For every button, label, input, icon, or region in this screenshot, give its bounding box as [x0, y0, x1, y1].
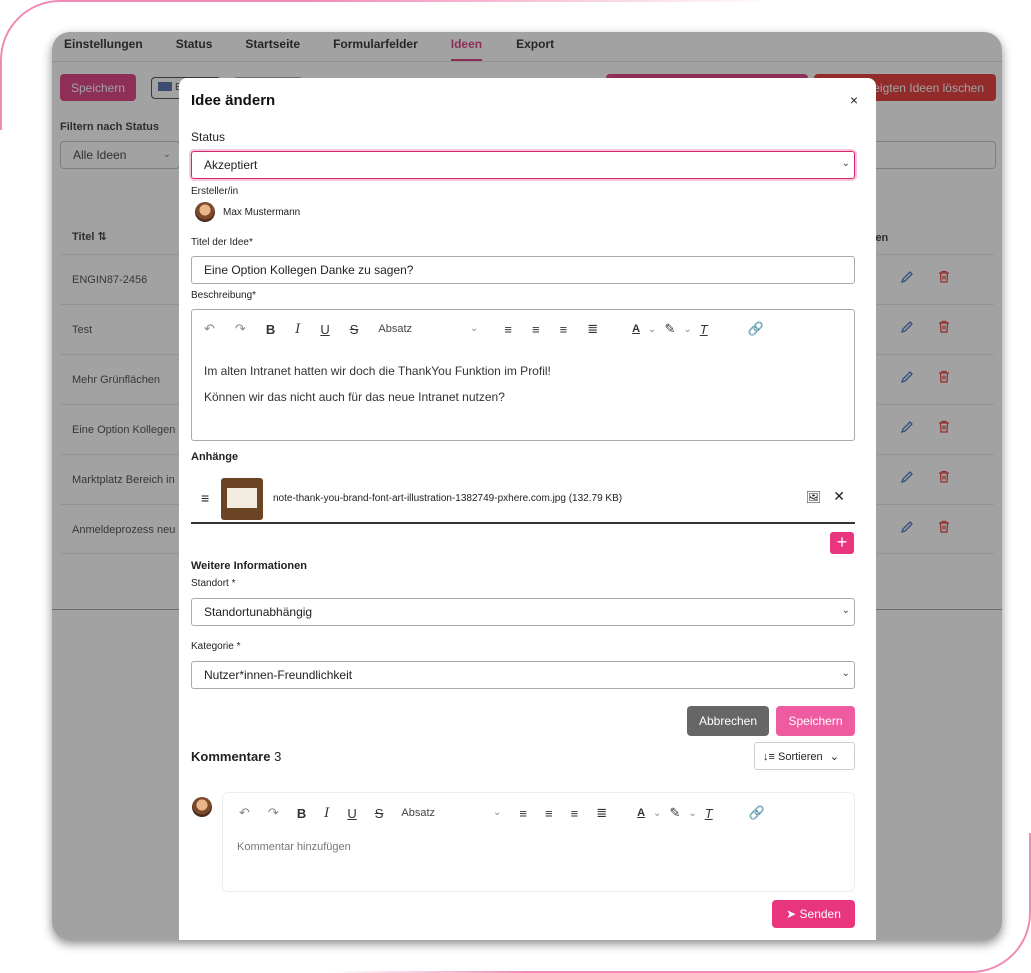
category-select[interactable]: Nutzer*innen-Freundlichkeit ⌄ [191, 661, 855, 689]
chevron-down-icon: ⌄ [841, 668, 850, 679]
idea-title-value: Eine Option Kollegen Danke zu sagen? [204, 263, 414, 277]
underline-icon[interactable]: U [320, 322, 329, 337]
align-justify-icon[interactable]: ≣ [587, 321, 598, 337]
chevron-down-icon: ⌄ [841, 605, 850, 616]
description-line: Im alten Intranet hatten wir doch die Th… [204, 364, 551, 378]
save-button[interactable]: Speichern [776, 706, 855, 736]
image-icon[interactable]: 🖼 [806, 490, 821, 504]
description-content[interactable]: Im alten Intranet hatten wir doch die Th… [192, 348, 854, 420]
clear-format-icon[interactable]: T [705, 806, 713, 821]
send-icon: ➤ [786, 907, 797, 921]
text-color-icon[interactable]: A [632, 323, 640, 335]
edit-idea-dialog: Idee ändern × Status Akzeptiert ⌄ Erstel… [179, 78, 876, 940]
cancel-button[interactable]: Abbrechen [687, 706, 769, 736]
sort-label: Sortieren [777, 751, 823, 763]
send-label: Senden [799, 907, 841, 921]
chevron-down-icon: ⌄ [829, 751, 839, 763]
undo-icon[interactable]: ↶ [204, 321, 215, 337]
paragraph-style-value: Absatz [378, 323, 413, 335]
sort-icon: ↓≡ [763, 751, 775, 763]
chevron-down-icon[interactable]: ⌄ [648, 324, 656, 335]
chevron-down-icon[interactable]: ⌄ [653, 808, 661, 819]
author: Max Mustermann [195, 202, 300, 222]
align-right-icon[interactable]: ≡ [571, 806, 579, 821]
idea-title-label: Titel der Idee* [191, 237, 253, 248]
chevron-down-icon[interactable]: ⌄ [683, 324, 691, 335]
comment-input[interactable]: Kommentar hinzufügen [223, 833, 854, 861]
location-value: Standortunabhängig [204, 605, 313, 619]
description-label: Beschreibung* [191, 290, 257, 301]
chevron-down-icon[interactable]: ⌄ [688, 808, 696, 819]
category-label: Kategorie * [191, 641, 241, 652]
editor-toolbar: ↶ ↷ B I U S Absatz ⌄ ≡ ≡ ≡ ≣ A ⌄ ✎ ⌄ T 🔗 [192, 310, 854, 348]
redo-icon[interactable]: ↷ [235, 321, 246, 337]
chevron-down-icon: ⌄ [841, 158, 850, 169]
bold-icon[interactable]: B [297, 806, 306, 821]
more-info-label: Weitere Informationen [191, 560, 307, 572]
status-select[interactable]: Akzeptiert ⌄ [191, 151, 855, 179]
align-left-icon[interactable]: ≡ [504, 322, 512, 337]
comments-count: 3 [274, 749, 282, 764]
attachment-thumbnail [221, 478, 263, 520]
link-icon[interactable]: 🔗 [748, 321, 764, 337]
location-label: Standort * [191, 578, 236, 589]
status-value: Akzeptiert [204, 158, 258, 172]
text-color-icon[interactable]: A [637, 807, 645, 819]
strikethrough-icon[interactable]: S [350, 322, 359, 337]
align-justify-icon[interactable]: ≣ [596, 805, 607, 821]
add-attachment-button[interactable]: + [830, 532, 854, 554]
dialog-title: Idee ändern [191, 92, 276, 109]
highlight-icon[interactable]: ✎ [669, 805, 680, 821]
link-icon[interactable]: 🔗 [749, 805, 765, 821]
underline-icon[interactable]: U [347, 806, 356, 821]
attachment-item: ≡ note-thank-you-brand-font-art-illustra… [191, 476, 855, 524]
align-left-icon[interactable]: ≡ [519, 806, 527, 821]
highlight-icon[interactable]: ✎ [664, 321, 675, 337]
send-button[interactable]: ➤ Senden [772, 900, 855, 928]
sort-button[interactable]: ↓≡ Sortieren ⌄ [754, 742, 855, 770]
description-line: Können wir das nicht auch für das neue I… [204, 390, 505, 404]
status-label: Status [191, 130, 226, 144]
chevron-down-icon: ⌄ [493, 807, 502, 818]
undo-icon[interactable]: ↶ [239, 805, 250, 821]
paragraph-style-select[interactable]: Absatz ⌄ [378, 323, 478, 335]
align-right-icon[interactable]: ≡ [560, 322, 568, 337]
bold-icon[interactable]: B [266, 322, 275, 337]
description-editor: ↶ ↷ B I U S Absatz ⌄ ≡ ≡ ≡ ≣ A ⌄ ✎ ⌄ T 🔗 … [191, 309, 855, 441]
strikethrough-icon[interactable]: S [375, 806, 384, 821]
attachment-filename[interactable]: note-thank-you-brand-font-art-illustrati… [273, 493, 622, 504]
align-center-icon[interactable]: ≡ [532, 322, 540, 337]
redo-icon[interactable]: ↷ [268, 805, 279, 821]
location-select[interactable]: Standortunabhängig ⌄ [191, 598, 855, 626]
clear-format-icon[interactable]: T [700, 322, 708, 337]
author-label: Ersteller/in [191, 186, 239, 197]
author-name: Max Mustermann [223, 206, 301, 218]
avatar [195, 202, 215, 222]
attachments-label: Anhänge [191, 451, 239, 463]
comments-label: Kommentare [191, 749, 271, 764]
remove-attachment-icon[interactable]: ✕ [833, 488, 845, 505]
paragraph-style-select[interactable]: Absatz ⌄ [401, 807, 501, 819]
editor-toolbar: ↶ ↷ B I U S Absatz ⌄ ≡ ≡ ≡ ≣ A ⌄ ✎ ⌄ T 🔗 [223, 793, 854, 833]
category-value: Nutzer*innen-Freundlichkeit [204, 668, 353, 682]
comments-heading: Kommentare 3 [191, 749, 281, 764]
drag-handle-icon[interactable]: ≡ [201, 490, 209, 506]
close-icon[interactable]: × [850, 92, 858, 108]
chevron-down-icon: ⌄ [470, 323, 479, 334]
comment-editor: ↶ ↷ B I U S Absatz ⌄ ≡ ≡ ≡ ≣ A ⌄ ✎ ⌄ T 🔗 … [222, 792, 855, 892]
avatar [192, 797, 212, 817]
paragraph-style-value: Absatz [401, 807, 436, 819]
idea-title-input[interactable]: Eine Option Kollegen Danke zu sagen? [191, 256, 855, 284]
italic-icon[interactable]: I [295, 322, 300, 337]
italic-icon[interactable]: I [324, 806, 329, 821]
align-center-icon[interactable]: ≡ [545, 806, 553, 821]
